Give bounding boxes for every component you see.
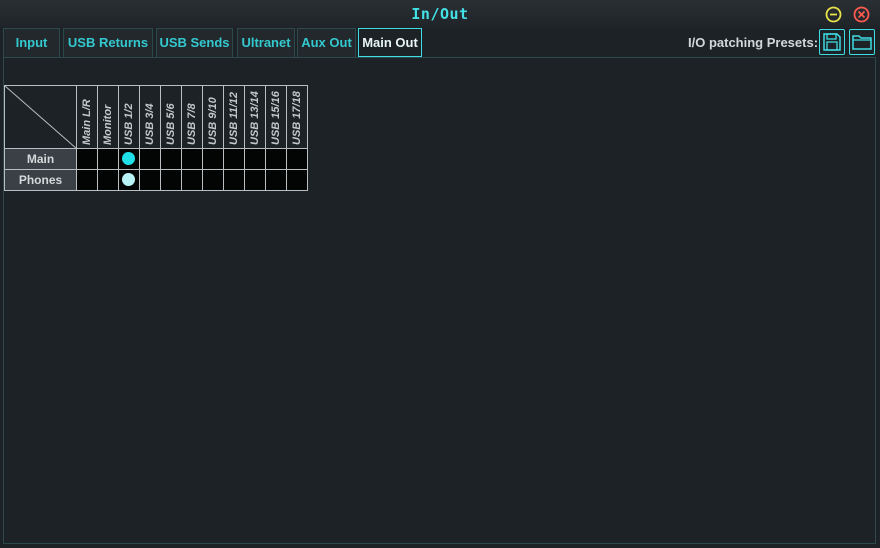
matrix-corner: [4, 85, 77, 149]
matrix-cell[interactable]: [97, 148, 119, 170]
routing-matrix: Main L/R Monitor USB 1/2 USB 3/4 USB 5/6 USB …: [4, 85, 308, 191]
matrix-cell[interactable]: [160, 148, 182, 170]
matrix-cell[interactable]: [139, 148, 161, 170]
matrix-cell[interactable]: [181, 169, 203, 191]
column-label: USB 7/8: [186, 103, 198, 145]
route-active-dot: [122, 173, 135, 186]
column-label: USB 17/18: [291, 91, 303, 145]
matrix-cell[interactable]: [286, 148, 308, 170]
matrix-cell[interactable]: [118, 148, 140, 170]
matrix-column-header: USB 9/10: [202, 85, 224, 149]
route-active-dot: [122, 152, 135, 165]
matrix-row: Main: [4, 148, 308, 170]
matrix-column-header: USB 5/6: [160, 85, 182, 149]
tab-aux-out[interactable]: Aux Out: [297, 28, 356, 57]
matrix-row-label: Phones: [4, 169, 77, 191]
matrix-column-header: USB 17/18: [286, 85, 308, 149]
title-bar: In/Out: [0, 0, 880, 28]
column-label: USB 5/6: [165, 103, 177, 145]
matrix-column-header: USB 15/16: [265, 85, 287, 149]
column-label: USB 15/16: [270, 91, 282, 145]
presets-label: I/O patching Presets:: [688, 35, 819, 50]
tab-input[interactable]: Input: [3, 28, 60, 57]
save-icon: [823, 33, 841, 51]
tab-main-out[interactable]: Main Out: [358, 28, 422, 57]
matrix-cell[interactable]: [76, 148, 98, 170]
matrix-cell[interactable]: [244, 169, 266, 191]
matrix-cell[interactable]: [97, 169, 119, 191]
column-label: USB 1/2: [123, 103, 135, 145]
column-label: USB 13/14: [249, 91, 261, 145]
matrix-cell[interactable]: [181, 148, 203, 170]
matrix-column-header: USB 7/8: [181, 85, 203, 149]
matrix-cell[interactable]: [139, 169, 161, 191]
matrix-column-header: Monitor: [97, 85, 119, 149]
tab-ultranet[interactable]: Ultranet: [237, 28, 295, 57]
window-title: In/Out: [411, 5, 469, 23]
matrix-cell[interactable]: [223, 148, 245, 170]
column-label: USB 9/10: [207, 97, 219, 145]
matrix-cell[interactable]: [202, 169, 224, 191]
matrix-column-header: USB 13/14: [244, 85, 266, 149]
tab-usb-sends[interactable]: USB Sends: [156, 28, 233, 57]
matrix-row: Phones: [4, 169, 308, 191]
column-label: Monitor: [102, 104, 114, 145]
close-icon[interactable]: [853, 6, 870, 23]
matrix-row-label: Main: [4, 148, 77, 170]
matrix-column-header: USB 11/12: [223, 85, 245, 149]
matrix-cell[interactable]: [223, 169, 245, 191]
matrix-cell[interactable]: [286, 169, 308, 191]
open-preset-button[interactable]: [849, 29, 875, 55]
minimize-icon[interactable]: [825, 6, 842, 23]
tab-usb-returns[interactable]: USB Returns: [63, 28, 153, 57]
matrix-cell[interactable]: [265, 148, 287, 170]
column-label: Main L/R: [81, 99, 93, 145]
matrix-cell[interactable]: [265, 169, 287, 191]
matrix-column-header: Main L/R: [76, 85, 98, 149]
matrix-column-header: USB 3/4: [139, 85, 161, 149]
folder-open-icon: [852, 35, 872, 50]
save-preset-button[interactable]: [819, 29, 845, 55]
matrix-column-header: USB 1/2: [118, 85, 140, 149]
matrix-cell[interactable]: [202, 148, 224, 170]
column-label: USB 3/4: [144, 103, 156, 145]
matrix-cell[interactable]: [118, 169, 140, 191]
matrix-cell[interactable]: [160, 169, 182, 191]
matrix-cell[interactable]: [244, 148, 266, 170]
matrix-cell[interactable]: [76, 169, 98, 191]
column-label: USB 11/12: [228, 92, 240, 145]
